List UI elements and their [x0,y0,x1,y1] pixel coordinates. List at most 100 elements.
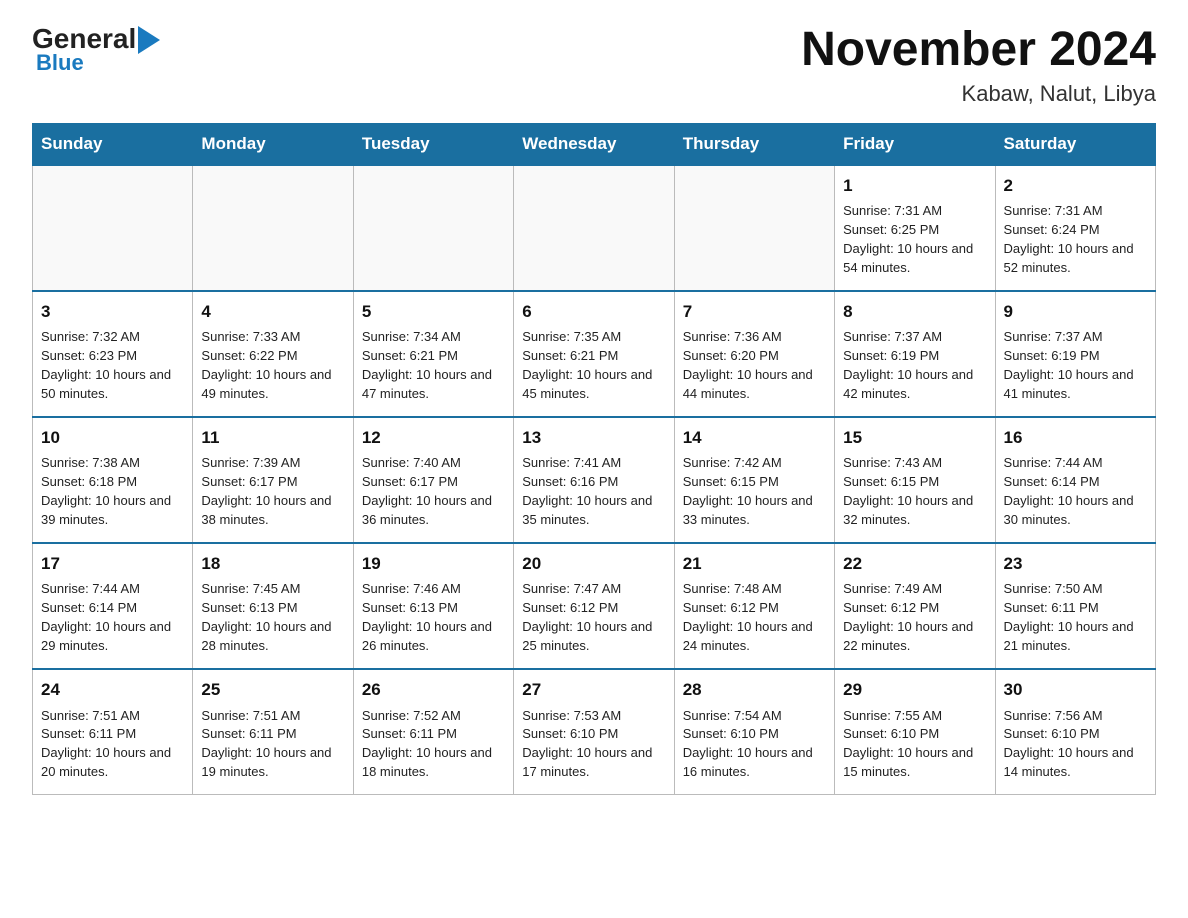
weekday-monday: Monday [193,123,353,165]
day-number: 2 [1004,174,1147,199]
day-number: 9 [1004,300,1147,325]
day-info: Sunrise: 7:46 AMSunset: 6:13 PMDaylight:… [362,580,505,655]
day-number: 17 [41,552,184,577]
calendar-cell: 20 Sunrise: 7:47 AMSunset: 6:12 PMDayligh… [514,543,674,669]
day-number: 4 [201,300,344,325]
day-number: 24 [41,678,184,703]
day-number: 12 [362,426,505,451]
day-number: 21 [683,552,826,577]
title-block: November 2024 Kabaw, Nalut, Libya [801,24,1156,107]
day-number: 6 [522,300,665,325]
day-info: Sunrise: 7:37 AMSunset: 6:19 PMDaylight:… [1004,328,1147,403]
day-number: 20 [522,552,665,577]
day-info: Sunrise: 7:40 AMSunset: 6:17 PMDaylight:… [362,454,505,529]
day-info: Sunrise: 7:35 AMSunset: 6:21 PMDaylight:… [522,328,665,403]
day-info: Sunrise: 7:33 AMSunset: 6:22 PMDaylight:… [201,328,344,403]
day-number: 5 [362,300,505,325]
calendar-cell: 18 Sunrise: 7:45 AMSunset: 6:13 PMDayligh… [193,543,353,669]
day-info: Sunrise: 7:39 AMSunset: 6:17 PMDaylight:… [201,454,344,529]
calendar-cell [674,165,834,291]
day-info: Sunrise: 7:44 AMSunset: 6:14 PMDaylight:… [41,580,184,655]
calendar-cell: 15 Sunrise: 7:43 AMSunset: 6:15 PMDayligh… [835,417,995,543]
calendar-week-2: 3 Sunrise: 7:32 AMSunset: 6:23 PMDaylight… [33,291,1156,417]
day-info: Sunrise: 7:31 AMSunset: 6:24 PMDaylight:… [1004,202,1147,277]
calendar-cell: 2 Sunrise: 7:31 AMSunset: 6:24 PMDaylight… [995,165,1155,291]
logo: General Blue [32,24,160,76]
day-info: Sunrise: 7:43 AMSunset: 6:15 PMDaylight:… [843,454,986,529]
calendar-cell: 12 Sunrise: 7:40 AMSunset: 6:17 PMDayligh… [353,417,513,543]
day-number: 7 [683,300,826,325]
day-number: 14 [683,426,826,451]
calendar-cell: 7 Sunrise: 7:36 AMSunset: 6:20 PMDaylight… [674,291,834,417]
day-info: Sunrise: 7:48 AMSunset: 6:12 PMDaylight:… [683,580,826,655]
day-number: 29 [843,678,986,703]
day-info: Sunrise: 7:44 AMSunset: 6:14 PMDaylight:… [1004,454,1147,529]
weekday-thursday: Thursday [674,123,834,165]
calendar-cell: 10Sunrise: 7:38 AMSunset: 6:18 PMDayligh… [33,417,193,543]
page-header: General Blue November 2024 Kabaw, Nalut,… [32,24,1156,107]
day-number: 10 [41,426,184,451]
day-info: Sunrise: 7:32 AMSunset: 6:23 PMDaylight:… [41,328,184,403]
calendar-cell: 17 Sunrise: 7:44 AMSunset: 6:14 PMDayligh… [33,543,193,669]
calendar-cell [33,165,193,291]
calendar-cell [193,165,353,291]
calendar-week-5: 24 Sunrise: 7:51 AMSunset: 6:11 PMDayligh… [33,669,1156,795]
calendar-cell: 13Sunrise: 7:41 AMSunset: 6:16 PMDayligh… [514,417,674,543]
weekday-wednesday: Wednesday [514,123,674,165]
calendar-cell: 21 Sunrise: 7:48 AMSunset: 6:12 PMDayligh… [674,543,834,669]
day-number: 30 [1004,678,1147,703]
day-info: Sunrise: 7:56 AMSunset: 6:10 PMDaylight:… [1004,707,1147,782]
calendar-cell: 3 Sunrise: 7:32 AMSunset: 6:23 PMDaylight… [33,291,193,417]
day-info: Sunrise: 7:31 AMSunset: 6:25 PMDaylight:… [843,202,986,277]
day-info: Sunrise: 7:49 AMSunset: 6:12 PMDaylight:… [843,580,986,655]
day-info: Sunrise: 7:36 AMSunset: 6:20 PMDaylight:… [683,328,826,403]
calendar-cell: 22Sunrise: 7:49 AMSunset: 6:12 PMDayligh… [835,543,995,669]
calendar-cell: 27 Sunrise: 7:53 AMSunset: 6:10 PMDayligh… [514,669,674,795]
day-number: 27 [522,678,665,703]
calendar-cell: 16 Sunrise: 7:44 AMSunset: 6:14 PMDayligh… [995,417,1155,543]
calendar-week-1: 1 Sunrise: 7:31 AMSunset: 6:25 PMDaylight… [33,165,1156,291]
calendar-cell: 24 Sunrise: 7:51 AMSunset: 6:11 PMDayligh… [33,669,193,795]
logo-general: General [32,25,136,53]
day-number: 15 [843,426,986,451]
calendar-table: SundayMondayTuesdayWednesdayThursdayFrid… [32,123,1156,795]
calendar-week-4: 17 Sunrise: 7:44 AMSunset: 6:14 PMDayligh… [33,543,1156,669]
day-info: Sunrise: 7:51 AMSunset: 6:11 PMDaylight:… [201,707,344,782]
day-info: Sunrise: 7:42 AMSunset: 6:15 PMDaylight:… [683,454,826,529]
day-number: 8 [843,300,986,325]
calendar-cell [514,165,674,291]
calendar-cell: 8 Sunrise: 7:37 AMSunset: 6:19 PMDaylight… [835,291,995,417]
calendar-cell: 26 Sunrise: 7:52 AMSunset: 6:11 PMDayligh… [353,669,513,795]
calendar-cell: 23Sunrise: 7:50 AMSunset: 6:11 PMDayligh… [995,543,1155,669]
calendar-cell: 4 Sunrise: 7:33 AMSunset: 6:22 PMDaylight… [193,291,353,417]
day-info: Sunrise: 7:47 AMSunset: 6:12 PMDaylight:… [522,580,665,655]
weekday-tuesday: Tuesday [353,123,513,165]
day-number: 18 [201,552,344,577]
calendar-cell: 11 Sunrise: 7:39 AMSunset: 6:17 PMDayligh… [193,417,353,543]
calendar-cell: 28 Sunrise: 7:54 AMSunset: 6:10 PMDayligh… [674,669,834,795]
logo-arrow-icon [138,26,160,54]
calendar-body: 1 Sunrise: 7:31 AMSunset: 6:25 PMDaylight… [33,165,1156,795]
calendar-week-3: 10Sunrise: 7:38 AMSunset: 6:18 PMDayligh… [33,417,1156,543]
day-number: 16 [1004,426,1147,451]
day-info: Sunrise: 7:52 AMSunset: 6:11 PMDaylight:… [362,707,505,782]
day-number: 3 [41,300,184,325]
month-title: November 2024 [801,24,1156,77]
day-info: Sunrise: 7:53 AMSunset: 6:10 PMDaylight:… [522,707,665,782]
day-info: Sunrise: 7:54 AMSunset: 6:10 PMDaylight:… [683,707,826,782]
day-info: Sunrise: 7:55 AMSunset: 6:10 PMDaylight:… [843,707,986,782]
day-info: Sunrise: 7:51 AMSunset: 6:11 PMDaylight:… [41,707,184,782]
calendar-cell [353,165,513,291]
calendar-cell: 1 Sunrise: 7:31 AMSunset: 6:25 PMDaylight… [835,165,995,291]
day-number: 23 [1004,552,1147,577]
day-number: 1 [843,174,986,199]
day-number: 26 [362,678,505,703]
calendar-cell: 5Sunrise: 7:34 AMSunset: 6:21 PMDaylight… [353,291,513,417]
day-number: 11 [201,426,344,451]
weekday-sunday: Sunday [33,123,193,165]
day-number: 19 [362,552,505,577]
calendar-cell: 9 Sunrise: 7:37 AMSunset: 6:19 PMDaylight… [995,291,1155,417]
day-info: Sunrise: 7:37 AMSunset: 6:19 PMDaylight:… [843,328,986,403]
day-number: 28 [683,678,826,703]
day-info: Sunrise: 7:45 AMSunset: 6:13 PMDaylight:… [201,580,344,655]
